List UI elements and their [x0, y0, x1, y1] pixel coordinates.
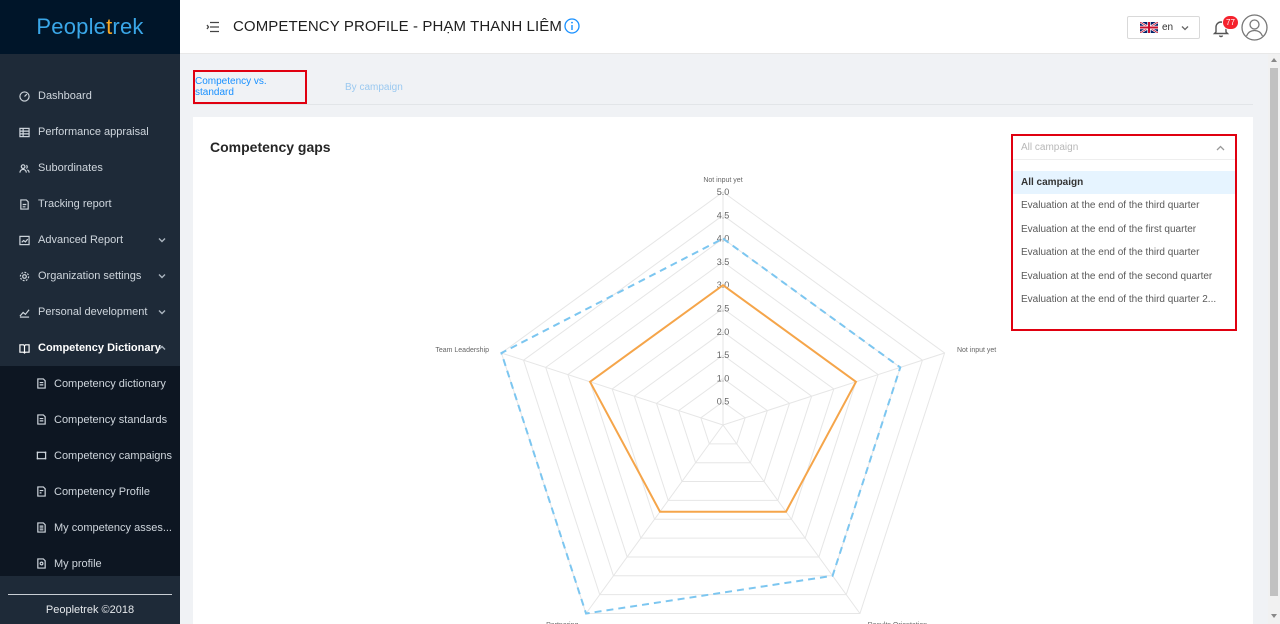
view-tabs: Competency vs. standard By campaign: [193, 70, 1253, 105]
sidebar-subitem-label: Competency campaigns: [54, 450, 173, 462]
campaign-select-input[interactable]: All campaign: [1013, 136, 1235, 160]
chevron-up-icon: [1216, 144, 1225, 153]
menu-toggle-icon[interactable]: [206, 20, 220, 34]
campaign-option[interactable]: Evaluation at the end of the first quart…: [1013, 218, 1235, 241]
chevron-down-icon: [158, 235, 166, 243]
uk-flag-icon: [1140, 22, 1158, 33]
sidebar-item-label: Tracking report: [38, 198, 112, 210]
document-icon: [36, 378, 48, 390]
sidebar-subitem-my-competency-assessment[interactable]: My competency asses...: [0, 510, 180, 546]
sidebar-footer: Peopletrek ©2018: [0, 576, 180, 624]
document-icon: [36, 414, 48, 426]
chevron-down-icon: [158, 307, 166, 315]
campaign-option[interactable]: Evaluation at the end of the third quart…: [1013, 288, 1235, 311]
campaign-option[interactable]: All campaign: [1013, 171, 1235, 194]
tab-by-campaign[interactable]: By campaign: [345, 70, 403, 104]
sidebar-item-label: Organization settings: [38, 270, 142, 282]
scroll-down-arrow-icon[interactable]: [1271, 614, 1277, 618]
sidebar-item-label: Dashboard: [38, 90, 92, 102]
sidebar-item-personal-development[interactable]: Personal development: [0, 294, 180, 330]
campaign-option[interactable]: Evaluation at the end of the third quart…: [1013, 241, 1235, 264]
competency-gaps-card: Competency gaps All campaign All campaig…: [193, 117, 1253, 624]
profile-doc-icon: [36, 486, 48, 498]
sidebar-item-label: Advanced Report: [38, 234, 123, 246]
competency-subnav: Competency dictionary Competency standar…: [0, 366, 180, 582]
sidebar-item-label: Competency Dictionary: [38, 342, 161, 354]
gear-icon: [18, 270, 30, 282]
language-label: en: [1162, 22, 1174, 33]
sidebar-subitem-label: Competency standards: [54, 414, 168, 426]
assessment-icon: [36, 522, 48, 534]
chevron-up-icon: [158, 343, 166, 351]
chevron-down-icon: [158, 271, 166, 279]
sidebar-item-subordinates[interactable]: Subordinates: [0, 150, 180, 186]
sidebar-item-label: Personal development: [38, 306, 148, 318]
campaign-select-value: All campaign: [1021, 142, 1079, 153]
sidebar-item-dashboard[interactable]: Dashboard: [0, 78, 180, 114]
logo[interactable]: Peopletrek: [0, 0, 180, 54]
sidebar-subitem-competency-campaigns[interactable]: Competency campaigns: [0, 438, 180, 474]
avatar[interactable]: [1241, 14, 1268, 41]
sidebar-item-organization-settings[interactable]: Organization settings: [0, 258, 180, 294]
sidebar-item-advanced-report[interactable]: Advanced Report: [0, 222, 180, 258]
sidebar-nav: Dashboard Performance appraisal Subordin…: [0, 54, 180, 582]
footer-divider: [8, 594, 172, 595]
card-title: Competency gaps: [210, 139, 331, 155]
notification-badge: 77: [1222, 15, 1239, 30]
profile-icon: [36, 558, 48, 570]
users-icon: [18, 162, 30, 174]
sidebar-subitem-label: Competency Profile: [54, 486, 150, 498]
campaign-option[interactable]: Evaluation at the end of the second quar…: [1013, 265, 1235, 288]
table-icon: [18, 126, 30, 138]
sidebar-item-label: Performance appraisal: [38, 126, 149, 138]
sidebar-item-tracking-report[interactable]: Tracking report: [0, 186, 180, 222]
scroll-thumb[interactable]: [1270, 68, 1278, 596]
sidebar-subitem-label: My competency asses...: [54, 522, 172, 534]
info-icon[interactable]: [564, 18, 580, 34]
report-icon: [18, 198, 30, 210]
chevron-down-icon: [1181, 24, 1189, 32]
scroll-up-arrow-icon[interactable]: [1271, 58, 1277, 62]
logo-text: Peopletrek: [36, 14, 144, 39]
sidebar-item-competency-dictionary[interactable]: Competency Dictionary: [0, 330, 180, 366]
language-select[interactable]: en: [1127, 16, 1200, 39]
header: COMPETENCY PROFILE - PHẠM THANH LIÊM en …: [180, 0, 1280, 54]
campaign-select[interactable]: All campaign All campaign Evaluation at …: [1011, 134, 1237, 331]
sidebar-subitem-label: My profile: [54, 558, 102, 570]
campaign-option[interactable]: Evaluation at the end of the third quart…: [1013, 194, 1235, 217]
sidebar-item-performance-appraisal[interactable]: Performance appraisal: [0, 114, 180, 150]
chart-icon: [18, 234, 30, 246]
trend-icon: [18, 306, 30, 318]
footer-text: Peopletrek ©2018: [45, 604, 135, 616]
tab-competency-vs-standard[interactable]: Competency vs. standard: [193, 70, 307, 104]
sidebar: Peopletrek Dashboard Performance apprais…: [0, 0, 180, 624]
campaign-icon: [36, 450, 48, 462]
sidebar-subitem-competency-dictionary[interactable]: Competency dictionary: [0, 366, 180, 402]
page-scrollbar[interactable]: [1268, 54, 1280, 624]
sidebar-subitem-competency-profile[interactable]: Competency Profile: [0, 474, 180, 510]
sidebar-subitem-label: Competency dictionary: [54, 378, 166, 390]
sidebar-item-label: Subordinates: [38, 162, 103, 174]
sidebar-subitem-competency-standards[interactable]: Competency standards: [0, 402, 180, 438]
book-icon: [18, 342, 30, 354]
dashboard-icon: [18, 90, 30, 102]
page-title: COMPETENCY PROFILE - PHẠM THANH LIÊM: [233, 18, 562, 35]
